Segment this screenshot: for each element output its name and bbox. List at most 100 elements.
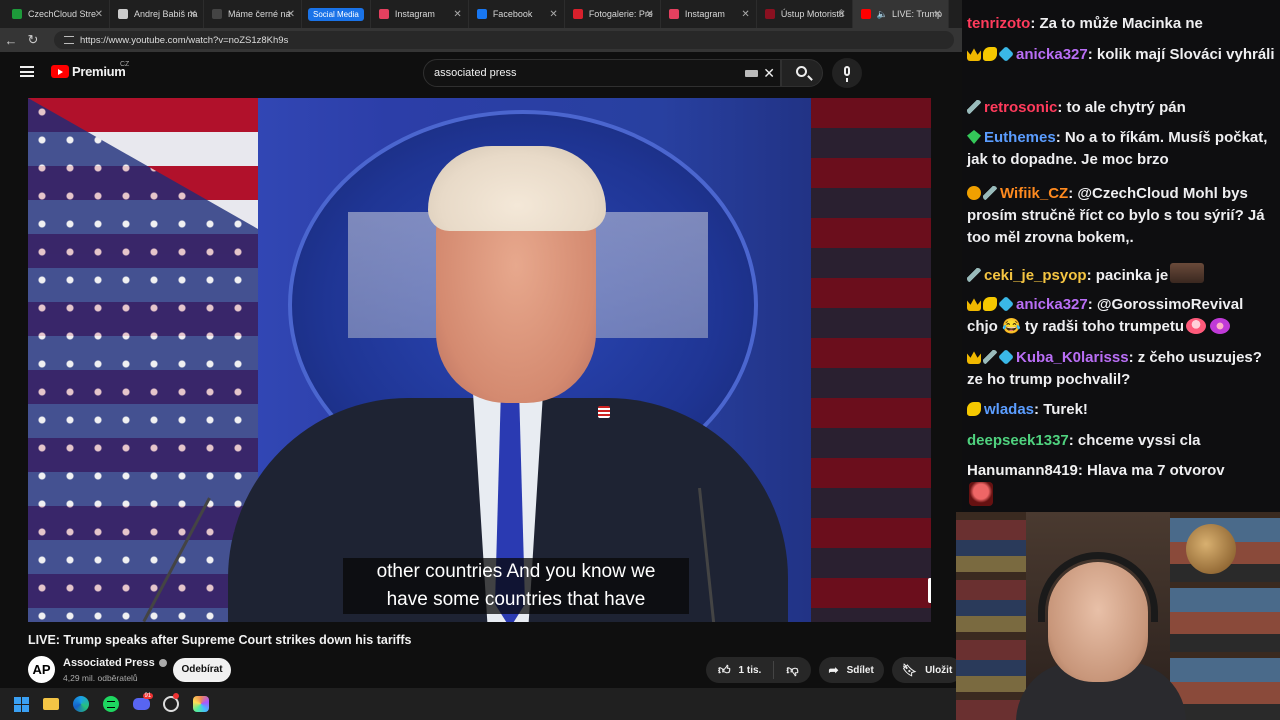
hand-badge-icon: [983, 47, 997, 61]
edge-icon[interactable]: [70, 693, 92, 715]
browser-tab[interactable]: Ústup Motoristů ✕: [757, 0, 853, 28]
gem-badge-icon: [967, 130, 981, 144]
file-explorer-icon[interactable]: [40, 693, 62, 715]
close-tab-icon[interactable]: ✕: [453, 9, 461, 20]
like-dislike-group: 👍︎ 1 tis. 👎︎: [706, 657, 811, 683]
voice-search-button[interactable]: [832, 58, 862, 88]
chat-message: Kuba_K0larisss: z čeho usuzujes? ze ho t…: [967, 349, 1262, 388]
subscribe-button[interactable]: Odebírat: [173, 658, 231, 682]
obs-icon[interactable]: [160, 693, 182, 715]
crown-badge-icon: [967, 48, 981, 61]
facebook-favicon-icon: [476, 9, 487, 19]
url-text: https://www.youtube.com/watch?v=noZS1z8K…: [80, 34, 289, 46]
cube-badge-icon: [998, 296, 1014, 312]
youtube-logo[interactable]: Premium CZ: [51, 61, 129, 79]
share-icon: ➦: [828, 663, 839, 677]
tab-title: Ústup Motoristů: [780, 9, 844, 19]
chat-message: Hanumann8419: Hlava ma 7 otvorov: [967, 460, 1275, 510]
tab-title: Fotogalerie: Pre: [588, 9, 653, 19]
chat-username[interactable]: deepseek1337: [967, 432, 1069, 449]
browser-tab[interactable]: Máme černé na ✕: [204, 0, 302, 28]
search-button[interactable]: [781, 59, 823, 87]
speaker-icon[interactable]: 🔈: [877, 9, 888, 20]
tab-title: Instagram: [394, 9, 435, 19]
chat-username[interactable]: tenrizoto: [967, 15, 1030, 32]
chat-username[interactable]: anicka327: [1016, 296, 1088, 313]
dislike-button[interactable]: 👎︎: [774, 663, 810, 678]
channel-avatar[interactable]: AP: [28, 656, 55, 683]
us-flag: [28, 98, 258, 622]
browser-tab[interactable]: Instagram ✕: [371, 0, 469, 28]
youtube-header: Premium CZ associated press ✕: [0, 52, 962, 94]
close-tab-icon[interactable]: ✕: [95, 9, 103, 20]
browser-tab[interactable]: Facebook ✕: [469, 0, 565, 28]
ap-watermark: AP: [928, 578, 931, 603]
video-actions: 👍︎1 tis. 👎︎ ➦Sdílet 🔖︎Uložit ⋯: [706, 657, 996, 683]
chat-text: pacinka je: [1095, 267, 1169, 284]
chat-username[interactable]: ceki_je_psyop: [984, 267, 1087, 284]
close-tab-icon[interactable]: ✕: [933, 9, 941, 20]
discord-icon[interactable]: 91: [130, 693, 154, 715]
spotify-icon[interactable]: [100, 693, 122, 715]
crying-emote-icon: [1210, 318, 1231, 334]
chat-message: anicka327: kolik mají Slováci vyhráli: [967, 44, 1275, 66]
tab-group-label[interactable]: Social Media: [302, 0, 371, 28]
chat-username[interactable]: wladas: [984, 401, 1034, 418]
copilot-icon[interactable]: [190, 693, 212, 715]
hand-badge-icon: [983, 297, 997, 311]
search-input[interactable]: associated press ✕: [423, 59, 781, 87]
chat-text: Za to může Macinka ne: [1039, 15, 1203, 32]
chat-message: deepseek1337: chceme vyssi cla: [967, 432, 1201, 449]
url-field[interactable]: https://www.youtube.com/watch?v=noZS1z8K…: [54, 31, 954, 49]
back-arrow-icon[interactable]: ←: [0, 33, 22, 48]
channel-name-row[interactable]: Associated Press: [63, 657, 167, 669]
browser-tab[interactable]: CzechCloud Stre ✕: [4, 0, 110, 28]
news-favicon-icon: [572, 9, 583, 19]
clear-search-icon[interactable]: ✕: [763, 65, 775, 82]
save-button[interactable]: 🔖︎ Uložit: [891, 657, 963, 683]
close-tab-icon[interactable]: ✕: [287, 9, 295, 20]
sword-badge-icon: [983, 350, 997, 364]
close-tab-icon[interactable]: ✕: [189, 9, 197, 20]
close-tab-icon[interactable]: ✕: [549, 9, 557, 20]
chat-username[interactable]: anicka327: [1016, 46, 1088, 63]
close-tab-icon[interactable]: ✕: [837, 9, 845, 20]
site-info-icon[interactable]: [64, 36, 74, 44]
microphone-icon: [844, 66, 850, 76]
browser-tab[interactable]: Fotogalerie: Pre ✕: [565, 0, 661, 28]
address-bar: ← ↻ https://www.youtube.com/watch?v=noZS…: [0, 28, 962, 52]
tab-group-name: Social Media: [308, 7, 364, 21]
chat-username[interactable]: retrosonic: [984, 99, 1057, 116]
like-button[interactable]: 👍︎ 1 tis.: [706, 661, 775, 679]
close-tab-icon[interactable]: ✕: [741, 9, 749, 20]
chat-message: Wifiik_CZ: @CzechCloud Mohl bys prosím s…: [967, 185, 1265, 246]
menu-icon[interactable]: [20, 66, 34, 77]
video-player[interactable]: other countries And you know we have som…: [28, 98, 931, 622]
chat-username[interactable]: Wifiik_CZ: [1000, 185, 1068, 202]
share-button[interactable]: ➦ Sdílet: [818, 657, 884, 683]
browser-tab[interactable]: Instagram ✕: [661, 0, 757, 28]
reload-icon[interactable]: ↻: [22, 32, 44, 48]
channel-name[interactable]: Associated Press: [63, 657, 155, 669]
chat-username[interactable]: Kuba_K0larisss: [1016, 349, 1129, 366]
sword-badge-icon: [983, 186, 997, 200]
speaker-hair: [428, 146, 606, 231]
chat-username[interactable]: Hanumann8419: [967, 462, 1078, 479]
subscriber-count: 4,29 mil. odběratelů: [63, 673, 138, 683]
browser-tab[interactable]: Andrej Babiš na ✕: [110, 0, 204, 28]
hand-badge-icon: [967, 402, 981, 416]
windows-taskbar: 91: [0, 688, 962, 720]
chat-username[interactable]: Euthemes: [984, 129, 1056, 146]
windows-start-icon[interactable]: [10, 693, 32, 715]
chat-message: tenrizoto: Za to může Macinka ne: [967, 15, 1203, 32]
keyboard-icon[interactable]: [745, 70, 758, 77]
close-tab-icon[interactable]: ✕: [645, 9, 653, 20]
verified-icon: [158, 659, 167, 668]
instagram-favicon-icon: [668, 9, 679, 19]
sword-badge-icon: [967, 100, 981, 114]
sz-favicon-icon: [212, 9, 222, 19]
tab-title: Facebook: [492, 9, 533, 19]
caption-line: other countries And you know we: [376, 561, 656, 582]
browser-tab-active[interactable]: 🔈 LIVE: Trump ✕: [852, 0, 949, 28]
youtube-play-icon: [51, 65, 69, 78]
